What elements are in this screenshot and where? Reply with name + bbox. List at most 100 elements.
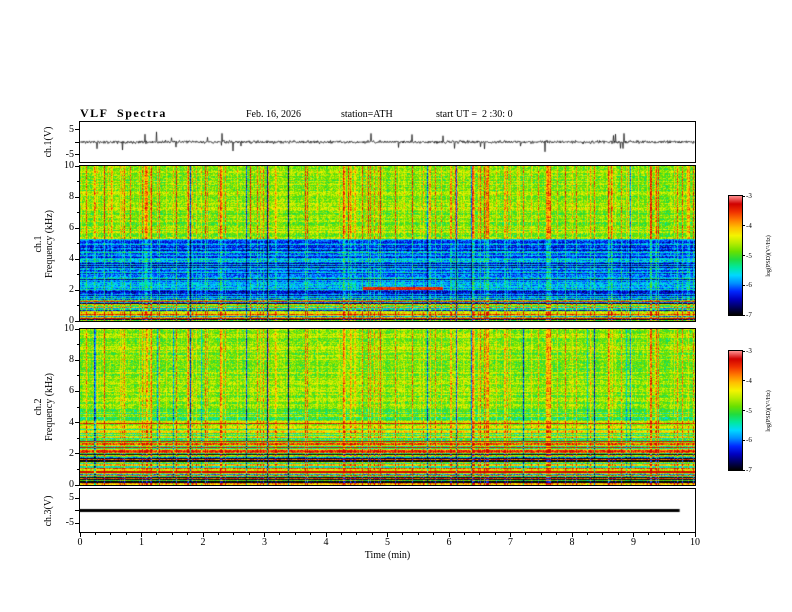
x-minor-tick (617, 532, 619, 535)
x-minor-tick (279, 532, 281, 535)
x-minor-tick (525, 532, 527, 535)
y-major-tick (75, 165, 80, 167)
x-tick-label: 3 (262, 537, 267, 548)
x-minor-tick (417, 532, 419, 535)
x-minor-tick (187, 532, 189, 535)
ch1-spectrogram-canvas (80, 166, 695, 321)
colorbar-gradient (729, 196, 742, 315)
colorbar-tick (742, 255, 745, 256)
colorbar-tick (742, 410, 745, 411)
x-minor-tick (233, 532, 235, 535)
ch1-waveform-canvas (80, 122, 695, 162)
y-tick (75, 129, 80, 130)
start-ut-label: start UT = 2 :30: 0 (436, 109, 513, 120)
y-tick (75, 497, 80, 499)
x-minor-tick (479, 532, 481, 535)
x-minor-tick (586, 532, 588, 535)
x-minor-tick (540, 532, 542, 535)
ch2-spectrogram-canvas (80, 329, 695, 485)
y-minor-tick (77, 212, 80, 213)
x-tick-label: 5 (385, 537, 390, 548)
x-minor-tick (310, 532, 312, 535)
date-label: Feb. 16, 2026 (246, 109, 301, 120)
colorbar-tick-label: -5 (746, 251, 752, 260)
y-minor-tick (77, 243, 80, 244)
colorbar-tick-label: -6 (746, 281, 752, 290)
plot-title: VLF Spectra (80, 106, 167, 120)
x-tick-label: 1 (139, 537, 144, 548)
y-minor-tick (77, 375, 80, 377)
colorbar-tick (742, 380, 745, 382)
x-minor-tick (340, 532, 342, 535)
x-minor-tick (110, 532, 112, 535)
x-tick-label: 4 (323, 537, 329, 548)
x-minor-tick (602, 532, 604, 535)
y-minor-tick (77, 406, 80, 408)
x-tick-label: 2 (200, 537, 206, 548)
x-minor-tick (156, 532, 158, 535)
colorbar-label-line: log(PSD)(V²/Hz) (765, 389, 772, 432)
x-axis-label: Time (min) (364, 550, 411, 561)
colorbar-tick (742, 195, 745, 197)
x-tick-label: 0 (77, 537, 83, 548)
colorbar-tick-label: -4 (746, 376, 752, 385)
colorbar-tick (742, 225, 745, 227)
x-tick-label: 7 (508, 537, 513, 548)
x-minor-tick (217, 532, 219, 535)
colorbar-tick-label: -7 (746, 466, 752, 474)
x-minor-tick (648, 532, 650, 535)
y-major-tick (75, 289, 80, 291)
x-tick-label: 10 (690, 537, 700, 548)
x-minor-tick (94, 532, 96, 535)
y-axis-label-ch3v-line: ch.3(V) (42, 495, 54, 526)
x-minor-tick (556, 532, 558, 535)
x-minor-tick (463, 532, 465, 535)
x-minor-tick (663, 532, 665, 535)
y-axis-label-ch3v: ch.3(V) (42, 411, 54, 611)
x-tick-label: 8 (569, 537, 575, 548)
ch3-waveform-canvas (80, 489, 695, 532)
station-label: station=ATH (341, 109, 393, 120)
y-minor-tick (77, 274, 80, 275)
y-major-tick (75, 328, 80, 330)
x-minor-tick (433, 532, 435, 535)
x-minor-tick (125, 532, 127, 535)
y-major-tick (75, 453, 80, 455)
y-major-tick (75, 196, 80, 198)
colorbar-tick-label: -3 (746, 347, 752, 355)
x-minor-tick (679, 532, 681, 535)
x-tick-label: 6 (446, 537, 452, 548)
x-minor-tick (494, 532, 496, 535)
colorbar-tick (742, 350, 745, 352)
y-tick (75, 154, 80, 155)
colorbar-tick-label: -6 (746, 436, 752, 445)
y-minor-tick (77, 437, 80, 439)
y-major-tick (75, 359, 80, 361)
y-major-tick (75, 320, 80, 322)
x-minor-tick (248, 532, 250, 535)
y-tick (75, 522, 80, 524)
y-minor-tick (77, 181, 80, 182)
y-major-tick (75, 227, 80, 229)
y-major-tick (75, 484, 80, 486)
vlf-spectra-figure: VLF Spectra Feb. 16, 2026 station=ATH st… (0, 0, 792, 612)
colorbar-tick (742, 439, 745, 441)
y-tick (75, 510, 80, 511)
y-major-tick (75, 390, 80, 392)
x-minor-tick (171, 532, 173, 535)
colorbar-tick (742, 314, 745, 316)
y-minor-tick (77, 305, 80, 306)
colorbar-tick (742, 469, 745, 471)
colorbar-tick-label: -3 (746, 192, 752, 200)
colorbar-tick-label: -5 (746, 406, 752, 415)
y-tick (75, 141, 80, 143)
x-minor-tick (402, 532, 404, 535)
colorbar-tick-label: -4 (746, 221, 752, 230)
y-minor-tick (77, 344, 80, 346)
y-major-tick (75, 258, 80, 260)
x-minor-tick (356, 532, 358, 535)
x-minor-tick (371, 532, 373, 535)
colorbar-label: log(PSD)(V²/Hz) (763, 311, 775, 511)
y-minor-tick (77, 468, 80, 470)
x-tick-label: 9 (631, 537, 636, 548)
